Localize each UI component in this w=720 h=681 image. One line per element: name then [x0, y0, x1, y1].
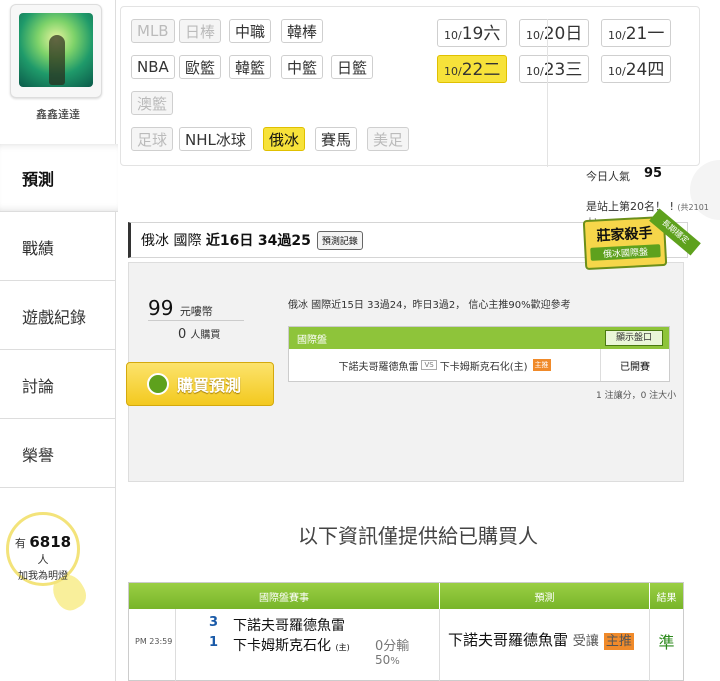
predicted-team: 下諾夫哥羅德魚雷 受讓 主推 [448, 631, 634, 650]
fans-button[interactable]: 有 6818 人 加我為明燈 [6, 512, 80, 586]
sport-tab-9: 澳籃 [131, 91, 174, 115]
date-tab-3[interactable]: 10/22 二 [437, 55, 508, 83]
sport-tab-11[interactable]: NHL冰球 [179, 127, 252, 151]
avatar-frame[interactable] [10, 4, 102, 98]
date-tab-0[interactable]: 10/19 六 [437, 19, 508, 47]
handicap-result: 0分輸 [375, 639, 410, 654]
filter-panel: MLB 日棒 中職 韓棒 NBA 歐籃 韓籃 中籃 日籃澳籃足球 NHL冰球 俄冰 賽馬 美足 10/1… [120, 6, 700, 167]
sport-tab-14: 美足 [367, 127, 410, 151]
info-title: 以下資訊僅提供給已購買人 [298, 524, 538, 548]
col-match: 國際盤賽事 [129, 583, 440, 609]
team-2: 下卡姆斯克石化 (主) [233, 638, 350, 654]
sport-tab-3[interactable]: 韓棒 [281, 19, 324, 43]
team-1: 下諾夫哥羅德魚雷 [233, 618, 345, 634]
score-1: 3 [209, 615, 219, 630]
divider [547, 19, 548, 167]
record-button[interactable]: 預測記錄 [316, 230, 363, 250]
nav-item-record[interactable]: 戰績 [0, 213, 116, 281]
popularity-label: 今日人氣 [586, 170, 630, 183]
sport-tab-4[interactable]: NBA [131, 55, 175, 79]
prediction-description: 俄冰 國際近15日 33過24，昨日3過2， 信心主推90%歡迎參考 [288, 300, 571, 311]
home-team: 下諾夫哥羅德魚雷 [338, 361, 419, 373]
pick-table-header: 國際盤 顯示盤口 [289, 327, 669, 349]
info-icon: ! [669, 200, 674, 213]
vs-icon: VS [421, 360, 437, 370]
match-time: PM 23:59 [135, 637, 173, 646]
sport-tab-8[interactable]: 日籃 [331, 55, 374, 79]
sport-tab-12[interactable]: 俄冰 [263, 127, 306, 151]
username[interactable]: 鑫鑫達達 [0, 106, 116, 122]
popularity-value: 95 [644, 166, 663, 181]
date-tab-2[interactable]: 10/21 一 [601, 19, 672, 47]
price-divider [148, 320, 244, 321]
results-table: 國際盤賽事 預測 結果 PM 23:59 3 1 下諾夫哥羅德魚雷 下卡姆斯克石… [128, 582, 684, 681]
match-status: 已開賽 [620, 361, 650, 373]
col-result: 結果 [656, 592, 677, 604]
record-league: 俄冰 國際 [141, 233, 202, 249]
date-tab-4[interactable]: 10/23 三 [519, 55, 590, 83]
avatar-figure [49, 35, 65, 85]
date-tab-5[interactable]: 10/24 四 [601, 55, 672, 83]
match-cell: PM 23:59 3 1 下諾夫哥羅德魚雷 下卡姆斯克石化 (主) 0分輸 50… [129, 609, 440, 681]
table-row: PM 23:59 3 1 下諾夫哥羅德魚雷 下卡姆斯克石化 (主) 0分輸 50… [129, 609, 683, 681]
nav-item-predict[interactable]: 預測 [0, 144, 118, 212]
pick-match: 下諾夫哥羅德魚雷 VS 下卡姆斯克石化(主) 主推 [289, 349, 601, 381]
main-content: MLB 日棒 中職 韓棒 NBA 歐籃 韓籃 中籃 日籃澳籃足球 NHL冰球 俄冰 賽馬 美足 10/1… [116, 0, 720, 681]
badge-subtitle: 俄冰國際盤 [590, 244, 661, 261]
coin-icon [147, 373, 169, 395]
score-2: 1 [209, 635, 219, 650]
buy-prediction-button[interactable]: 購買預測 [126, 362, 274, 406]
pick-rule: 1 注讓分，0 注大小 [596, 391, 677, 401]
sport-tab-13[interactable]: 賽馬 [315, 127, 358, 151]
away-team: 下卡姆斯克石化(主) [439, 361, 528, 373]
result-cell: 準 [650, 609, 683, 681]
badge-title: 莊家殺手 [596, 225, 653, 245]
sport-tab-7[interactable]: 中籃 [281, 55, 324, 79]
fans-count: 6818 [29, 533, 72, 551]
record-recent: 近16日 [205, 233, 254, 249]
handicap-percent: 50% [375, 653, 400, 667]
nav-item-honor[interactable]: 榮譽 [0, 420, 116, 488]
fans-caption: 加我為明燈 [18, 571, 68, 582]
main-pick-badge: 主推 [532, 359, 551, 371]
buyers: 0 人購買 [178, 327, 221, 342]
date-tab-1[interactable]: 10/20 日 [519, 19, 590, 47]
show-odds-button[interactable]: 顯示盤口 [604, 330, 663, 346]
record-result: 34過25 [257, 233, 311, 249]
result-value: 準 [658, 633, 675, 652]
sport-tab-10: 足球 [131, 127, 174, 151]
sport-tab-5[interactable]: 歐籃 [179, 55, 222, 79]
sport-tab-1: 日棒 [179, 19, 222, 43]
sport-tab-0: MLB [131, 19, 175, 43]
nav-item-game-history[interactable]: 遊戲紀錄 [0, 282, 116, 350]
sport-tab-2[interactable]: 中職 [229, 19, 272, 43]
avatar[interactable] [19, 13, 93, 87]
pick-row: 下諾夫哥羅德魚雷 VS 下卡姆斯克石化(主) 主推 已開賽 [289, 349, 669, 381]
results-header: 國際盤賽事 預測 結果 [129, 583, 683, 609]
main-pick-badge: 主推 [603, 633, 634, 650]
prediction-cell: 下諾夫哥羅德魚雷 受讓 主推 [440, 609, 650, 681]
col-prediction: 預測 [440, 583, 650, 609]
sidebar: 鑫鑫達達 預測 戰績 遊戲紀錄 討論 榮譽 有 6818 人 加我為明燈 [0, 0, 118, 681]
price: 99 元嘍幣 [148, 296, 213, 320]
sport-tab-6[interactable]: 韓籃 [229, 55, 272, 79]
fans-count-line: 有 6818 人 [14, 533, 72, 566]
pick-table: 國際盤 顯示盤口 下諾夫哥羅德魚雷 VS 下卡姆斯克石化(主) 主推 已開賽 [288, 326, 670, 382]
nav-item-discussion[interactable]: 討論 [0, 351, 116, 419]
